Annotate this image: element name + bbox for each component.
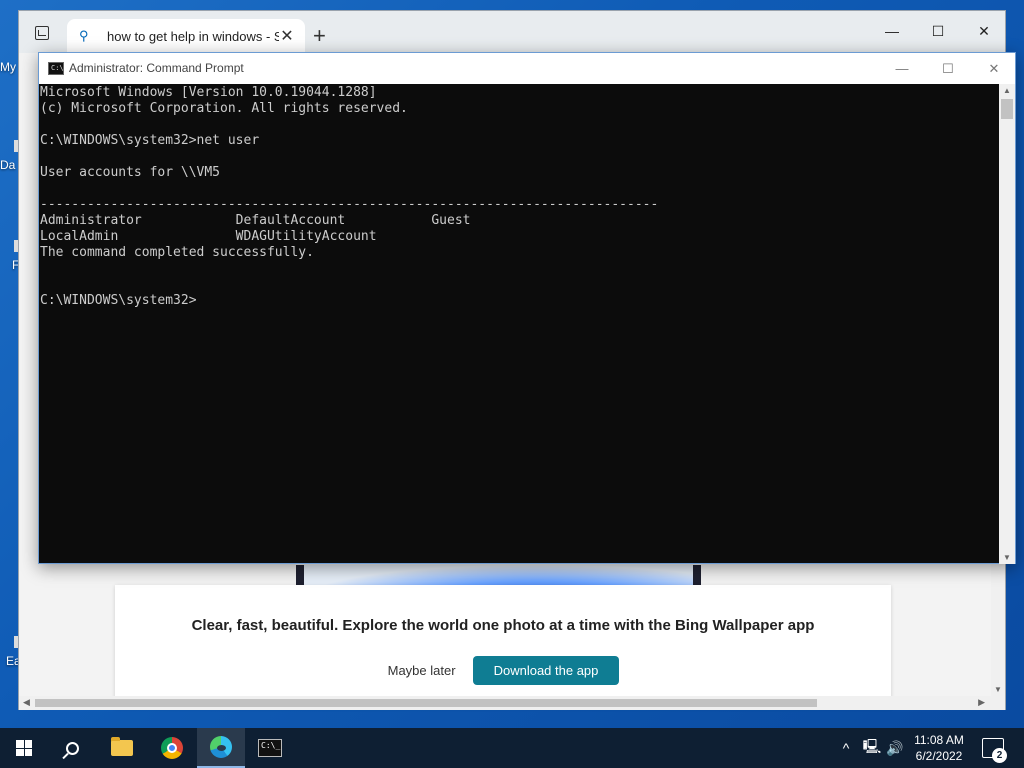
console-line: LocalAdmin WDAGUtilityAccount — [40, 229, 377, 244]
scroll-down-arrow-icon[interactable]: ▼ — [1003, 553, 1011, 562]
scroll-left-arrow-icon[interactable]: ◀ — [23, 697, 30, 708]
console-line: ----------------------------------------… — [40, 197, 659, 212]
console-line: Microsoft Windows [Version 10.0.19044.12… — [40, 85, 377, 100]
desktop-icon-label[interactable]: My — [0, 60, 16, 74]
cmd-console-output[interactable]: Microsoft Windows [Version 10.0.19044.12… — [39, 84, 1000, 564]
horizontal-scroll-thumb[interactable] — [35, 699, 817, 707]
browser-horizontal-scrollbar[interactable]: ◀ ▶ — [19, 696, 1005, 710]
clock-time: 11:08 AM — [914, 733, 964, 747]
search-button[interactable] — [48, 728, 96, 768]
system-clock[interactable]: 11:08 AM 6/2/2022 — [906, 732, 972, 764]
browser-maximize-button[interactable]: ☐ — [915, 16, 961, 46]
edge-button[interactable] — [197, 728, 245, 768]
tab-actions-icon[interactable] — [35, 26, 49, 40]
console-line: Administrator DefaultAccount Guest — [40, 213, 471, 228]
cmd-maximize-button[interactable]: ☐ — [925, 53, 971, 84]
console-line: (c) Microsoft Corporation. All rights re… — [40, 101, 408, 116]
command-prompt-icon: C:\_ — [258, 739, 282, 757]
cmd-close-button[interactable]: ✕ — [971, 53, 1017, 84]
cmd-window-title: Administrator: Command Prompt — [69, 61, 244, 75]
cmd-minimize-button[interactable]: — — [879, 53, 925, 84]
scroll-right-arrow-icon[interactable]: ▶ — [978, 697, 985, 708]
folder-icon — [111, 737, 133, 756]
console-line: The command completed successfully. — [40, 245, 314, 260]
windows-logo-icon — [16, 740, 32, 756]
taskbar: C:\_ ^ 🖳 🔊 11:08 AM 6/2/2022 2 — [0, 728, 1024, 768]
show-hidden-icons-chevron-icon[interactable]: ^ — [836, 728, 856, 768]
console-prompt-line[interactable]: C:\WINDOWS\system32> — [40, 293, 1000, 309]
maybe-later-button[interactable]: Maybe later — [387, 657, 457, 684]
new-tab-button[interactable]: + — [313, 23, 326, 49]
command-prompt-button[interactable]: C:\_ — [246, 728, 294, 768]
notification-count-badge: 2 — [992, 748, 1007, 763]
search-icon: ⚲ — [79, 28, 89, 43]
download-app-button[interactable]: Download the app — [472, 656, 620, 685]
volume-icon[interactable]: 🔊 — [884, 728, 906, 768]
desktop-icon-label[interactable]: Da — [0, 158, 15, 172]
tab-title: how to get help in windows - Se — [107, 28, 279, 44]
promo-text: Clear, fast, beautiful. Explore the worl… — [191, 617, 815, 634]
cmd-app-icon[interactable]: C:\ — [48, 62, 64, 75]
browser-tab[interactable]: ⚲ how to get help in windows - Se ✕ — [67, 19, 305, 53]
browser-close-button[interactable]: ✕ — [961, 16, 1007, 46]
start-button[interactable] — [0, 728, 48, 768]
file-explorer-button[interactable] — [98, 728, 146, 768]
chrome-button[interactable] — [148, 728, 196, 768]
cmd-title-bar[interactable]: C:\ Administrator: Command Prompt — ☐ ✕ — [39, 53, 1015, 84]
bing-wallpaper-promo: Clear, fast, beautiful. Explore the worl… — [115, 585, 891, 707]
tab-close-icon[interactable]: ✕ — [279, 26, 295, 46]
scroll-up-arrow-icon[interactable]: ▲ — [1003, 86, 1011, 95]
browser-tab-bar: ⚲ how to get help in windows - Se ✕ + — … — [19, 11, 1005, 53]
cmd-scroll-thumb[interactable] — [1001, 99, 1013, 119]
console-line: User accounts for \\VM5 — [40, 165, 221, 180]
search-icon — [65, 741, 79, 755]
clock-date: 6/2/2022 — [915, 749, 963, 763]
console-line: C:\WINDOWS\system32>net user — [40, 133, 260, 148]
chrome-icon — [161, 737, 183, 759]
network-icon[interactable]: 🖳 — [860, 728, 884, 768]
browser-minimize-button[interactable]: — — [869, 16, 915, 46]
scroll-down-arrow-icon[interactable]: ▼ — [994, 685, 1002, 694]
command-prompt-window: C:\ Administrator: Command Prompt — ☐ ✕ … — [38, 52, 1016, 564]
cmd-vertical-scrollbar[interactable]: ▲ ▼ — [999, 84, 1015, 564]
edge-icon — [210, 736, 232, 758]
